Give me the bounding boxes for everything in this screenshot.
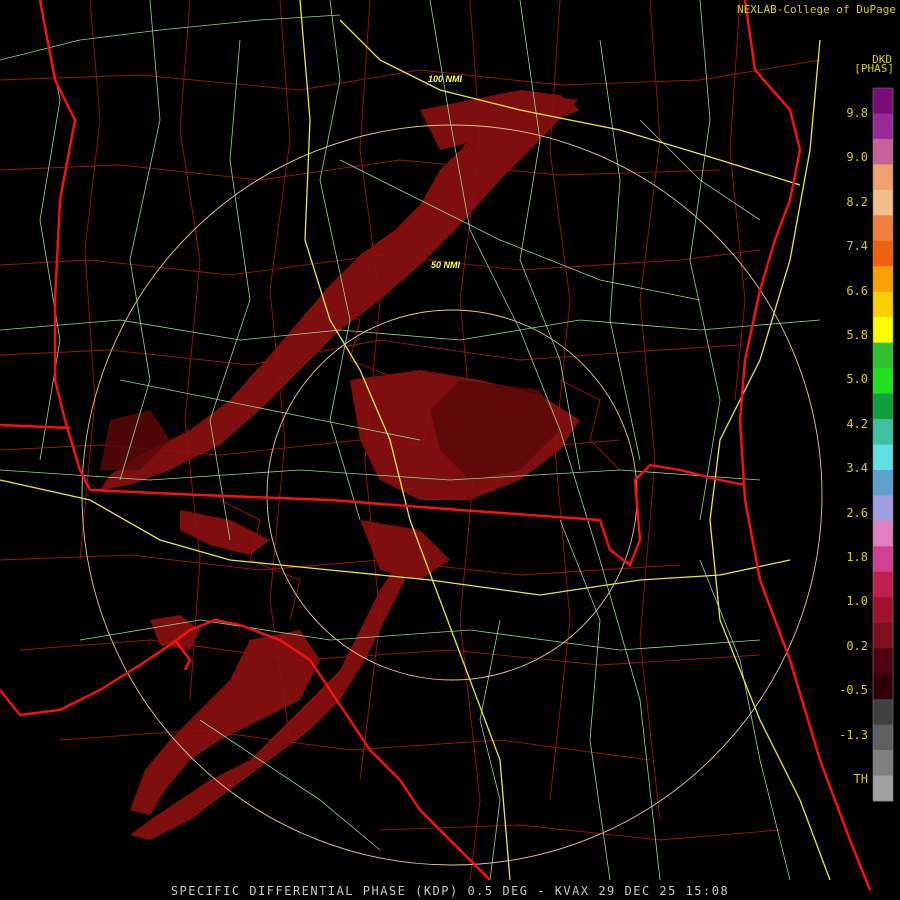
radar-map: 100 NMI 50 NMI	[0, 0, 894, 891]
color-scale-swatch	[873, 189, 893, 216]
color-scale-label: 9.8	[846, 106, 868, 120]
color-scale-swatch	[873, 597, 893, 624]
color-scale-label: 5.8	[846, 328, 868, 342]
color-scale-swatch	[873, 266, 893, 293]
color-scale-swatch	[873, 469, 893, 496]
color-scale-swatch	[873, 520, 893, 547]
color-scale-swatch	[873, 88, 893, 114]
color-scale-swatch	[873, 699, 893, 726]
color-scale-label: 6.6	[846, 283, 868, 298]
color-scale-swatch	[873, 291, 893, 318]
color-scale-label: 9.0	[846, 150, 868, 165]
color-scale-swatch	[873, 724, 893, 751]
color-scale-swatch	[873, 775, 893, 802]
color-scale-swatch	[873, 240, 893, 267]
color-scale-bar	[873, 88, 893, 802]
color-scale-swatch	[873, 215, 893, 242]
color-scale-label: 3.4	[846, 461, 868, 476]
color-scale-swatch	[873, 444, 893, 471]
color-scale-swatch	[873, 317, 893, 344]
color-scale-label: 8.2	[846, 194, 868, 209]
color-scale-label: 1.8	[846, 550, 868, 564]
color-scale-label: 5.0	[846, 372, 868, 387]
credit-label: NEXLAB-College of DuPage	[737, 3, 896, 16]
range-ring-label-50: 50 NMI	[431, 260, 461, 270]
color-scale-swatch	[873, 622, 893, 649]
color-scale-swatch	[873, 368, 893, 395]
units-label: [PHAS]	[854, 62, 894, 75]
color-scale-label: 2.6	[846, 505, 868, 520]
color-scale-swatch	[873, 546, 893, 573]
range-ring-label-100: 100 NMI	[428, 74, 463, 84]
color-scale-swatch	[873, 495, 893, 522]
footer-caption: SPECIFIC DIFFERENTIAL PHASE (KDP) 0.5 DE…	[170, 884, 730, 898]
color-scale-label: 1.0	[846, 594, 868, 609]
color-scale-label: 0.2	[846, 638, 868, 653]
color-scale-label: -0.5	[839, 683, 868, 698]
color-scale-swatch	[873, 673, 893, 700]
color-scale-swatch	[873, 648, 893, 675]
color-scale-label: 7.4	[846, 239, 868, 254]
color-scale-swatch	[873, 419, 893, 445]
color-scale-swatch	[873, 571, 893, 598]
color-scale-swatch	[873, 138, 893, 165]
color-scale-swatch	[873, 164, 893, 191]
color-scale-swatch	[873, 750, 893, 777]
color-scale-label: TH	[853, 772, 868, 786]
color-scale-label: -1.3	[839, 727, 868, 742]
color-scale-label: 4.2	[846, 416, 868, 431]
color-scale-swatch	[873, 393, 893, 420]
color-scale-swatch	[873, 113, 893, 140]
color-scale-swatch	[873, 342, 893, 369]
